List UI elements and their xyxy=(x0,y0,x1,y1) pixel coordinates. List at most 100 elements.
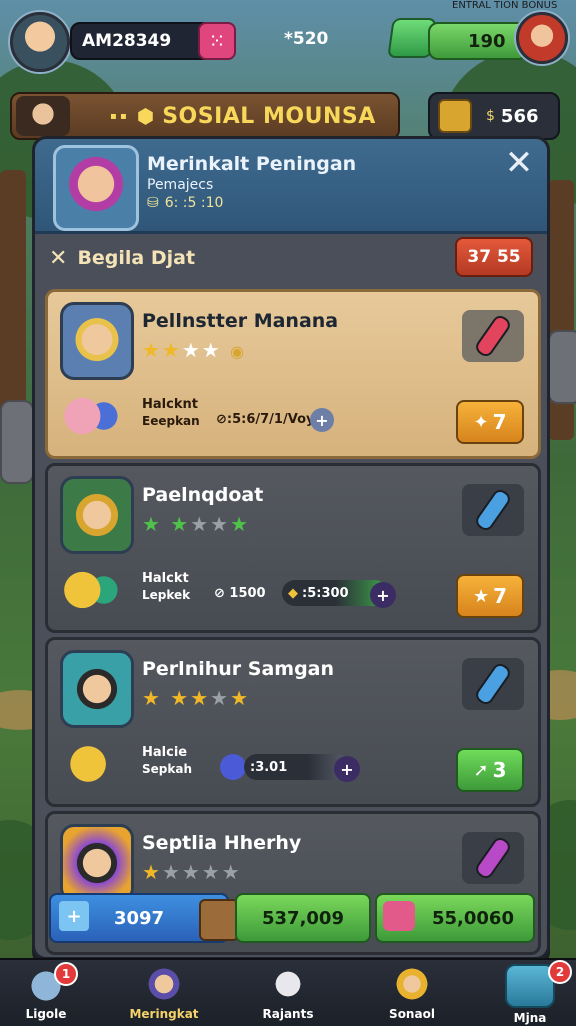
coin-icon: ◆ xyxy=(288,585,298,601)
nav-label: Meringkat xyxy=(129,1007,199,1021)
warrior-icon xyxy=(389,964,435,1004)
currency-bar: + 3097 537,009 55,0060 xyxy=(49,893,537,943)
section-title: Begila Djat xyxy=(77,247,196,269)
player-name: AM28349 xyxy=(82,31,172,51)
detail-label: Halcknt xyxy=(142,397,198,412)
nav-item-meringkat[interactable]: Meringkat xyxy=(118,964,210,1026)
tool-slot[interactable] xyxy=(462,310,524,362)
star-rating: ★ ★★★★ xyxy=(142,512,250,536)
ranking-card-3[interactable]: Perlnihur Samgan ★ ★★★★ Halcie Sepkah :3… xyxy=(45,637,541,807)
star-empty-icon: ★★ xyxy=(190,512,231,536)
shield-icon: ⬢ xyxy=(136,104,155,128)
chest-icon xyxy=(199,899,239,941)
notification-badge: 2 xyxy=(548,960,572,984)
detail-sub: Sepkah xyxy=(142,762,192,776)
nav-item-mjna[interactable]: Mjna 2 xyxy=(484,960,576,1026)
progress-value: :5:300 xyxy=(302,585,349,601)
panel-header: Merinkalt Peningan Pemajecs ⛁ 6: :5 :10 … xyxy=(35,139,547,234)
eraser-icon xyxy=(473,486,513,534)
panel-subtitle: Pemajecs xyxy=(147,177,214,193)
star-filled-icon: ★ ★★ xyxy=(142,686,211,710)
coin-icon xyxy=(438,99,472,133)
notification-badge: 1 xyxy=(54,962,78,986)
star-filled-icon: ★★ xyxy=(142,338,182,362)
reward-item-icon xyxy=(62,740,120,788)
card-name: Septlia Hherhy xyxy=(142,832,302,854)
plus-card-icon: + xyxy=(59,901,89,931)
card-detail: Halcie Sepkah xyxy=(142,744,192,778)
tool-slot[interactable] xyxy=(462,832,524,884)
star-filled-icon: ★ xyxy=(230,686,251,710)
blue-currency-button[interactable]: + 3097 xyxy=(49,893,239,943)
progress-value: :3.01 xyxy=(250,759,288,775)
tool-slot[interactable] xyxy=(462,658,524,710)
player-portrait xyxy=(60,302,134,380)
progress-text: ⊘ 1500 xyxy=(214,585,266,601)
detail-label: Halckt xyxy=(142,571,189,586)
top-hud: AM28349 ⁙ *520 190 ENTRAL TION BONUS xyxy=(0,0,576,72)
card-detail: Halckt Lepkek xyxy=(142,570,190,604)
green-currency-value-1: 537,009 xyxy=(262,907,344,929)
dice-icon: ⁙ xyxy=(208,29,226,53)
gems-bar[interactable]: 190 xyxy=(428,22,528,60)
star-empty-icon: ★★ xyxy=(181,338,222,362)
green-currency-button-1[interactable]: 537,009 xyxy=(235,893,371,943)
reward-item-icon xyxy=(62,392,120,440)
event-banner: ▪ ▪ ⬢ SOSIAL MOUNSA xyxy=(10,92,400,140)
plus-icon[interactable]: + xyxy=(334,756,360,782)
ranking-card-2[interactable]: Paelnqdoat ★ ★★★★ Halckt Lepkek ⊘ 1500 ◆… xyxy=(45,463,541,633)
pearl-icon xyxy=(265,964,311,1004)
watermark-text: ENTRAL TION BONUS xyxy=(452,0,558,11)
upgrade-button[interactable]: ➚ 3 xyxy=(456,748,524,792)
star-rating: ★ ★★★★ xyxy=(142,686,250,710)
nav-label: Ligole xyxy=(25,1007,67,1021)
star-filled-icon: ★ ★ xyxy=(142,512,191,536)
plus-icon[interactable]: + xyxy=(310,408,334,432)
reward-item-icon xyxy=(62,566,120,614)
panel-title: Merinkalt Peningan xyxy=(147,153,357,175)
card-name: Perlnihur Samgan xyxy=(142,658,335,680)
coin-counter[interactable]: $ 566 xyxy=(428,92,560,140)
upgrade-button[interactable]: ★ 7 xyxy=(456,574,524,618)
settings-button[interactable]: ⁙ xyxy=(198,22,236,60)
banner-avatar xyxy=(16,96,70,136)
nav-label: Sonaol xyxy=(389,1007,435,1021)
coin-value: 566 xyxy=(500,105,539,127)
coin-stack-icon: ⛁ xyxy=(147,195,159,211)
ranking-card-1[interactable]: Pellnstter Manana ★★★★ ◉ Halcknt Eeepkan… xyxy=(45,289,541,459)
bottom-nav: Ligole 1 Meringkat Rajants Sonaol Mjna 2 xyxy=(0,958,576,1026)
close-icon: ✕ xyxy=(504,143,534,183)
opponent-avatar[interactable] xyxy=(516,12,568,64)
green-currency-button-2[interactable]: 55,0060 xyxy=(375,893,535,943)
panel-stat: ⛁ 6: :5 :10 xyxy=(147,195,223,211)
timer-badge: 37 55 xyxy=(455,237,533,277)
close-button[interactable]: ✕ xyxy=(501,143,537,183)
nav-item-ligole[interactable]: Ligole 1 xyxy=(0,962,92,1026)
eraser-icon xyxy=(473,312,513,360)
blue-currency-value: 3097 xyxy=(113,907,165,929)
ranking-panel: Merinkalt Peningan Pemajecs ⛁ 6: :5 :10 … xyxy=(32,136,550,960)
nav-item-sonaol[interactable]: Sonaol xyxy=(366,964,458,1026)
detail-label: Halcie xyxy=(142,745,188,760)
nav-item-rajants[interactable]: Rajants xyxy=(242,964,334,1026)
player-portrait xyxy=(60,824,134,902)
star-rating: ★★★★ ◉ xyxy=(142,338,246,362)
book-icon xyxy=(383,901,415,931)
eraser-icon xyxy=(473,834,513,882)
upgrade-value: 3 xyxy=(492,758,507,782)
plus-icon[interactable]: + xyxy=(370,582,396,608)
player-avatar[interactable] xyxy=(10,12,70,72)
energy-bar: *520 xyxy=(270,22,380,56)
detail-sub: Eeepkan xyxy=(142,414,200,428)
nav-label: Rajants xyxy=(262,1007,314,1021)
star-badge-icon: ★ xyxy=(472,585,490,607)
upgrade-button[interactable]: ✦ 7 xyxy=(456,400,524,444)
arrow-up-icon: ➚ xyxy=(473,759,489,781)
star-filled-icon: ★ xyxy=(230,512,251,536)
card-name: Pellnstter Manana xyxy=(142,310,339,332)
gems-value: 190 xyxy=(468,30,506,52)
star-rating: ★★★★★ xyxy=(142,860,242,884)
eraser-icon xyxy=(473,660,513,708)
tool-slot[interactable] xyxy=(462,484,524,536)
dollar-icon: $ xyxy=(486,108,495,124)
